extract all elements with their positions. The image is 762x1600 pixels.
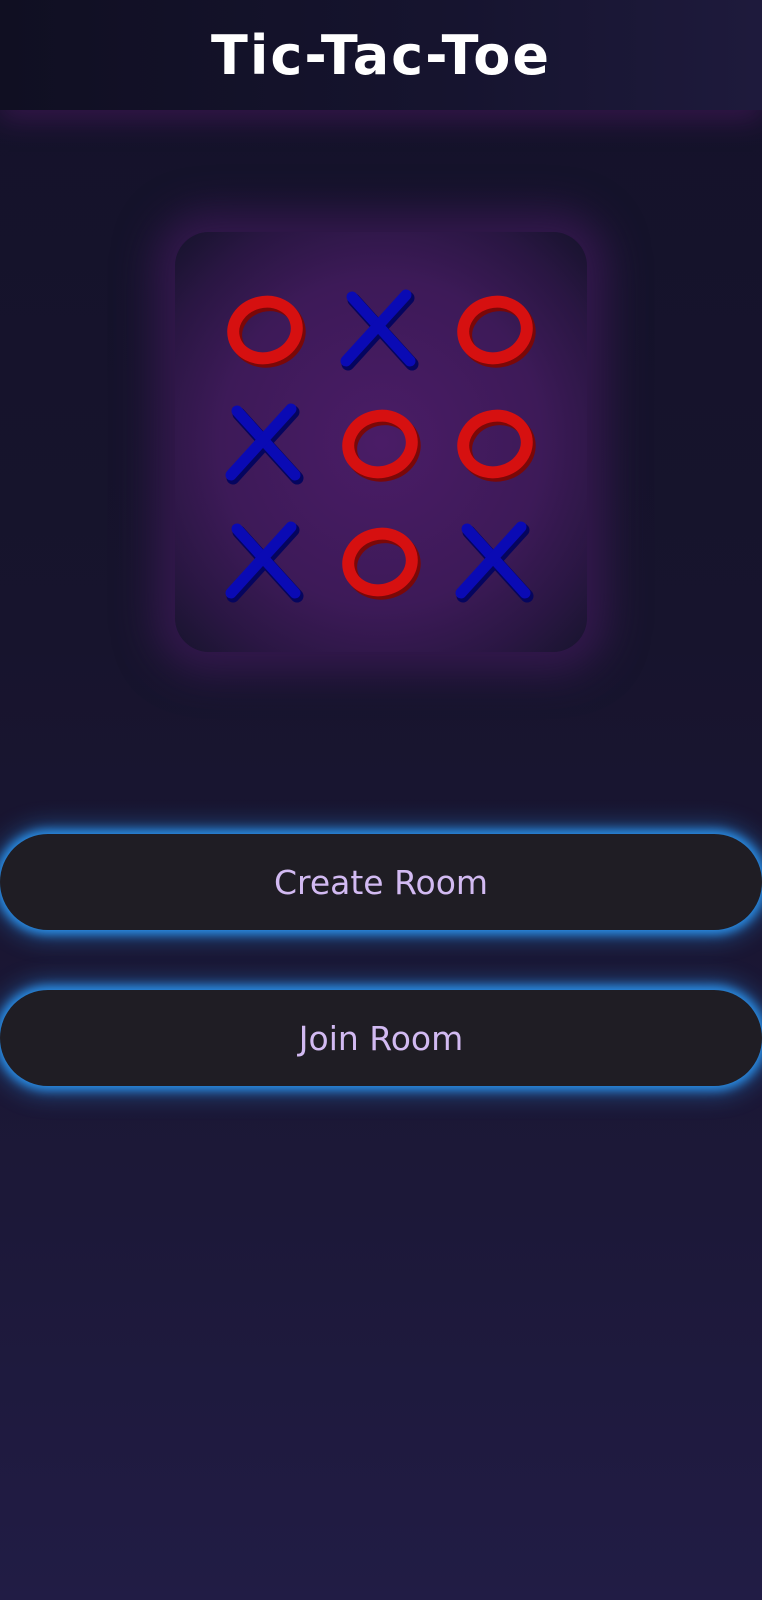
tic-tac-toe-logo [175, 232, 587, 652]
x-mark-icon [225, 403, 304, 485]
logo-board-svg [225, 289, 536, 603]
app-title: Tic-Tac-Toe [210, 23, 551, 87]
x-mark-icon [340, 289, 419, 371]
x-mark-icon [225, 521, 304, 603]
app-bar: Tic-Tac-Toe [0, 0, 762, 110]
create-room-button[interactable]: Create Room [0, 834, 762, 930]
o-mark-icon [457, 409, 536, 482]
x-mark-icon [455, 521, 534, 603]
join-room-label: Join Room [298, 1018, 464, 1058]
o-mark-icon [457, 295, 536, 368]
create-room-label: Create Room [273, 862, 489, 902]
join-room-button[interactable]: Join Room [0, 990, 762, 1086]
o-mark-icon [227, 295, 306, 368]
o-mark-icon [342, 527, 421, 600]
o-mark-icon [342, 409, 421, 482]
